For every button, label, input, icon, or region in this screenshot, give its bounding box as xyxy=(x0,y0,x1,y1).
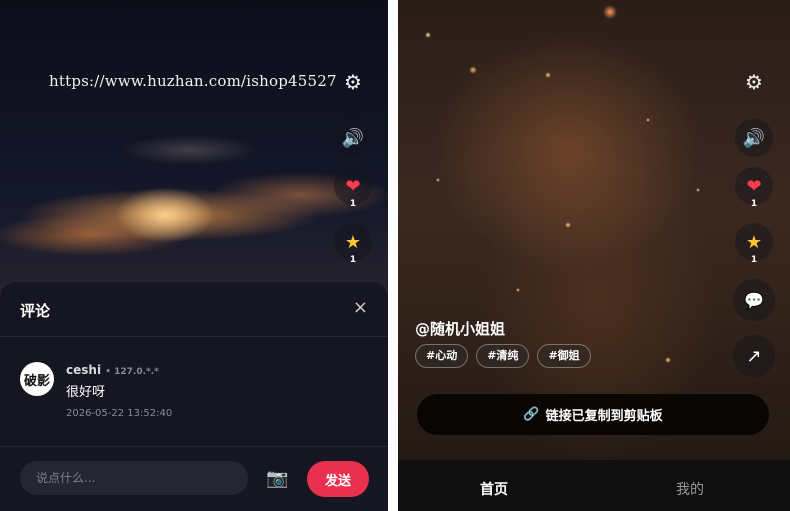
share-arrow-icon: ↗ xyxy=(746,345,762,367)
close-icon[interactable]: × xyxy=(353,297,368,318)
sound-button[interactable]: 🔊 xyxy=(735,119,773,157)
speaker-icon: 🔊 xyxy=(742,127,766,149)
header-divider xyxy=(0,336,388,337)
right-video-panel: ⚙ 🔊 ❤ 1 ★ 1 💬 ↗ @随机小姐姐 #心动 #清纯 #御姐 🔗 链接已… xyxy=(398,0,790,511)
speaker-icon: 🔊 xyxy=(341,127,365,149)
comment-time: 2026-05-22 13:52:40 xyxy=(66,408,173,419)
left-action-rail: ⚙ 🔊 ❤ 1 ★ 1 xyxy=(333,63,373,265)
star-icon: ★ xyxy=(344,231,362,253)
comment-user: ceshi • 127.0.*.* xyxy=(66,363,159,377)
settings-button[interactable]: ⚙ xyxy=(735,63,773,101)
tag-chip[interactable]: #御姐 xyxy=(537,344,591,368)
favorite-count: 1 xyxy=(750,255,758,265)
watermark-url: https://www.huzhan.com/ishop45527 xyxy=(49,72,337,90)
share-button[interactable]: ↗ xyxy=(733,335,775,377)
comment-username: ceshi xyxy=(66,363,102,377)
comment-sheet: 评论 × 破影 ceshi • 127.0.*.* 很好呀 2026-05-22… xyxy=(0,282,388,511)
sound-button[interactable]: 🔊 xyxy=(334,119,372,157)
right-action-rail: ⚙ 🔊 ❤ 1 ★ 1 💬 ↗ xyxy=(733,63,775,377)
gear-icon: ⚙ xyxy=(745,70,763,94)
like-count: 1 xyxy=(349,199,357,209)
avatar[interactable]: 破影 xyxy=(20,362,54,396)
bottom-tabbar: 首页 我的 xyxy=(398,460,790,511)
comment-ip: • 127.0.*.* xyxy=(105,367,159,377)
heart-icon: ❤ xyxy=(345,175,361,197)
left-video-panel: https://www.huzhan.com/ishop45527 ⚙ 🔊 ❤ … xyxy=(0,0,388,511)
input-divider xyxy=(0,446,388,447)
comment-icon: 💬 xyxy=(744,290,764,310)
tag-list: #心动 #清纯 #御姐 xyxy=(415,344,591,368)
favorite-count: 1 xyxy=(349,255,357,265)
video-author[interactable]: @随机小姐姐 xyxy=(415,318,505,339)
heart-icon: ❤ xyxy=(746,175,762,197)
send-button[interactable]: 发送 xyxy=(307,461,369,497)
comment-input[interactable]: 说点什么... xyxy=(20,461,248,495)
tab-mine[interactable]: 我的 xyxy=(676,479,704,499)
comment-button[interactable]: 💬 xyxy=(733,279,775,321)
link-icon: 🔗 xyxy=(523,407,540,422)
tag-chip[interactable]: #清纯 xyxy=(476,344,530,368)
toast-text: 链接已复制到剪贴板 xyxy=(545,409,663,424)
comment-sheet-title: 评论 xyxy=(20,302,51,320)
star-icon: ★ xyxy=(745,231,763,253)
tag-chip[interactable]: #心动 xyxy=(415,344,469,368)
settings-button[interactable]: ⚙ xyxy=(334,63,372,101)
gear-icon: ⚙ xyxy=(344,70,362,94)
tab-home[interactable]: 首页 xyxy=(480,479,508,499)
camera-icon[interactable]: 📷 xyxy=(266,468,288,489)
like-count: 1 xyxy=(750,199,758,209)
comment-text: 很好呀 xyxy=(66,385,106,400)
copy-toast: 🔗 链接已复制到剪贴板 xyxy=(417,394,769,435)
